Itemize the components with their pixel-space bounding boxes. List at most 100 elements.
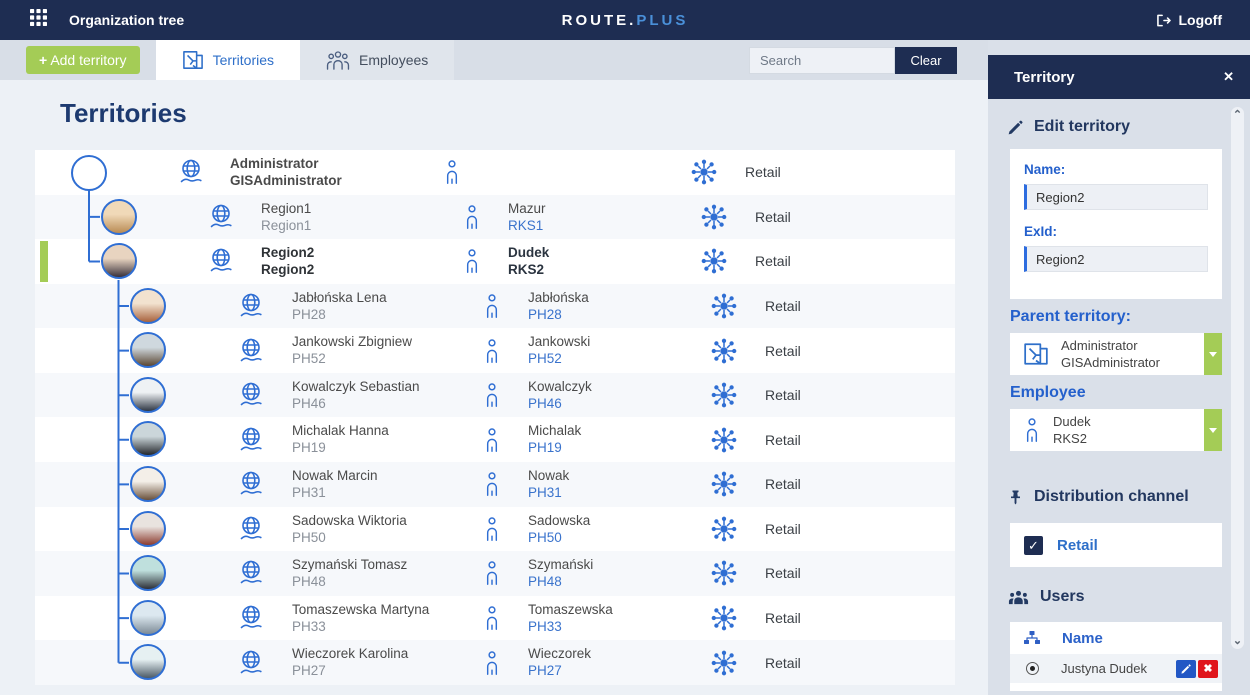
tree-row[interactable]: Jankowski Zbigniew PH52 Jankowski PH52 Ret…	[35, 328, 955, 373]
tree-row[interactable]: Administrator GISAdministrator Retail	[35, 150, 955, 195]
employee-name: Michalak	[528, 423, 582, 439]
people-icon	[326, 51, 350, 70]
tree-row[interactable]: Michalak Hanna PH19 Michalak PH19 Retail	[35, 417, 955, 463]
tab-employees-label: Employees	[359, 52, 429, 68]
avatar	[130, 332, 166, 369]
avatar	[130, 287, 166, 324]
territory-name: Administrator	[230, 156, 319, 171]
users-group-icon	[1008, 590, 1029, 604]
tree-row[interactable]: Kowalczyk Sebastian PH46 Kowalczyk PH46 Re…	[35, 372, 955, 418]
map-icon	[1024, 343, 1048, 365]
tab-territories[interactable]: Territories	[155, 40, 301, 80]
name-field[interactable]	[1024, 184, 1208, 210]
scroll-down-icon[interactable]: ⌄	[1233, 636, 1242, 647]
tree-row[interactable]: Region2 Region2 Dudek RKS2 Retail	[35, 239, 955, 284]
channel-label: Retail	[765, 431, 801, 448]
exid-label: ExId:	[1024, 224, 1058, 239]
employee-value-code: RKS2	[1053, 431, 1087, 446]
app-title: Organization tree	[69, 12, 185, 28]
territory-tree: Administrator GISAdministrator Retail Reg…	[35, 150, 955, 685]
chevron-down-icon[interactable]	[1204, 333, 1222, 375]
user-radio[interactable]	[1026, 662, 1039, 675]
employee-person-icon	[486, 428, 498, 452]
employee-name: Kowalczyk	[528, 378, 592, 394]
parent-territory-select[interactable]: Administrator GISAdministrator	[1010, 333, 1222, 375]
channel-label: Retail	[765, 476, 801, 493]
retail-checkbox[interactable]: ✓	[1024, 535, 1043, 555]
employee-code: PH52	[528, 351, 562, 367]
employee-person-icon	[486, 383, 498, 408]
search-input[interactable]	[749, 46, 895, 74]
territory-name: Wieczorek Karolina	[292, 646, 409, 662]
chevron-down-icon[interactable]	[1204, 409, 1222, 451]
pushpin-icon	[1011, 490, 1020, 505]
territory-code: Region1	[261, 217, 312, 233]
pencil-icon	[1008, 120, 1023, 134]
user-name: Justyna Dudek	[1061, 661, 1147, 676]
territory-name: Jabłońska Lena	[292, 289, 387, 305]
employee-code: PH46	[528, 395, 562, 411]
user-row[interactable]: Justyna Dudek ✖	[1010, 654, 1222, 683]
apps-grid-icon[interactable]	[30, 9, 47, 31]
tree-row[interactable]: Sadowska Wiktoria PH50 Sadowska PH50 Retai…	[35, 506, 955, 552]
employee-name: Szymański	[528, 557, 594, 573]
employee-name: Dudek	[508, 245, 550, 261]
avatar	[130, 466, 166, 503]
distribution-channel-icon	[711, 293, 737, 319]
avatar	[130, 644, 166, 681]
edit-user-button[interactable]	[1176, 659, 1196, 678]
territory-name: Michalak Hanna	[292, 423, 389, 439]
tree-row[interactable]: Nowak Marcin PH31 Nowak PH31 Retail	[35, 462, 955, 507]
channel-label: Retail	[765, 387, 801, 404]
territory-globe-icon	[240, 561, 262, 584]
distribution-channel-section-header: Distribution channel	[988, 488, 1250, 506]
avatar	[130, 599, 166, 636]
distribution-channel-icon	[701, 249, 727, 274]
brand-logo: ROUTE.PLUS	[561, 11, 689, 29]
employee-person-icon	[486, 338, 498, 363]
distribution-channel-icon	[691, 159, 717, 185]
scroll-up-icon[interactable]: ⌃	[1233, 110, 1242, 121]
employee-person-icon	[446, 160, 458, 185]
territory-name: Tomaszewska Martyna	[292, 601, 430, 617]
tree-row[interactable]: Jabłońska Lena PH28 Jabłońska PH28 Retail	[35, 283, 955, 329]
users-table-header: Name	[1010, 622, 1222, 654]
employee-name: Mazur	[508, 200, 546, 216]
employee-person-icon	[486, 517, 498, 541]
employee-code: PH28	[528, 306, 562, 322]
territory-code: PH31	[292, 485, 326, 501]
channel-label: Retail	[765, 610, 801, 627]
channel-label: Retail	[765, 298, 801, 315]
territory-name: Sadowska Wiktoria	[292, 512, 407, 528]
territory-code: PH50	[292, 529, 326, 545]
tree-rows: Administrator GISAdministrator Retail Reg…	[35, 150, 955, 685]
employee-select[interactable]: Dudek RKS2	[1010, 409, 1222, 451]
employee-person-icon	[466, 205, 478, 229]
territory-panel: Territory ✕ Edit territory Name: ExId: P…	[988, 40, 1250, 695]
delete-user-button[interactable]: ✖	[1198, 659, 1218, 678]
territory-globe-icon	[240, 472, 262, 495]
avatar	[130, 376, 166, 413]
territory-globe-icon	[240, 338, 262, 361]
panel-title: Territory	[1014, 68, 1075, 86]
territory-globe-icon	[180, 159, 202, 183]
close-icon[interactable]: ✕	[1223, 69, 1234, 85]
tree-row[interactable]: Wieczorek Karolina PH27 Wieczorek PH27 Ret…	[35, 640, 955, 685]
employee-name: Jabłońska	[528, 289, 589, 305]
add-territory-button[interactable]: + Add territory	[26, 46, 140, 74]
logoff-button[interactable]: Logoff	[1156, 12, 1222, 28]
tree-row[interactable]: Tomaszewska Martyna PH33 Tomaszewska PH33 …	[35, 595, 955, 641]
exid-field[interactable]	[1024, 246, 1208, 272]
distribution-channel-icon	[711, 382, 737, 408]
edit-territory-form: Name: ExId:	[1010, 149, 1222, 299]
tab-employees[interactable]: Employees	[300, 40, 455, 80]
distribution-channel-icon	[711, 605, 737, 631]
channel-label: Retail	[765, 342, 801, 359]
tree-row[interactable]: Region1 Region1 Mazur RKS1 Retail	[35, 194, 955, 240]
panel-scrollbar[interactable]: ⌃ ⌄	[1231, 107, 1244, 649]
channel-retail-row: ✓ Retail	[1010, 523, 1222, 567]
tree-row[interactable]: Szymański Tomasz PH48 Szymański PH48 Retai…	[35, 551, 955, 596]
territory-code: PH33	[292, 618, 326, 634]
employee-person-icon	[486, 472, 498, 497]
clear-button[interactable]: Clear	[895, 46, 957, 74]
